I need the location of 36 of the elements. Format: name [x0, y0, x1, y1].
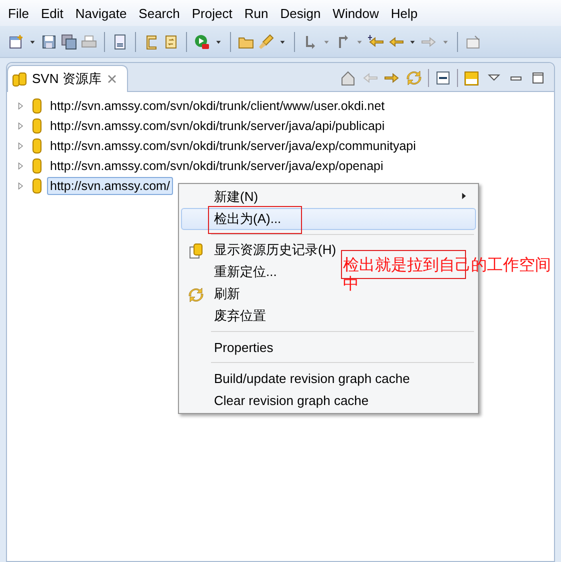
view-tab[interactable]: SVN 资源库	[7, 65, 128, 92]
repository-url[interactable]: http://svn.amssy.com/svn/okdi/trunk/server/java/api/publicapi	[47, 117, 388, 135]
menu-item[interactable]: 重新定位...	[214, 263, 277, 281]
menu-item[interactable]: Run	[238, 4, 274, 22]
repository-url[interactable]: http://svn.amssy.com/svn/okdi/trunk/server/java/exp/openapi	[47, 157, 386, 175]
menu-item[interactable]: Clear revision graph cache	[214, 392, 369, 408]
save-icon[interactable]	[41, 34, 57, 50]
home-icon[interactable]	[340, 70, 356, 86]
menu-item[interactable]: 新建(N)	[214, 188, 258, 206]
menu-item[interactable]: 废弃位置	[214, 307, 266, 325]
sync-icon[interactable]	[163, 34, 179, 50]
menu-item[interactable]: Search	[132, 4, 186, 22]
repository-url[interactable]: http://svn.amssy.com/	[47, 177, 173, 195]
refresh-icon[interactable]	[406, 70, 422, 86]
run-icon[interactable]	[194, 34, 210, 50]
repository-url[interactable]: http://svn.amssy.com/svn/okdi/trunk/server/java/exp/communityapi	[47, 137, 419, 155]
refresh-icon[interactable]	[188, 287, 204, 303]
menu-item[interactable]: Build/update revision graph cache	[214, 370, 410, 386]
forward-arrow-icon[interactable]	[384, 70, 400, 86]
menu-item[interactable]: Window	[326, 4, 385, 22]
save-all-icon[interactable]	[61, 34, 77, 50]
print-icon[interactable]	[81, 34, 97, 50]
menu-item[interactable]: Navigate	[69, 4, 133, 22]
maximize-icon[interactable]	[530, 70, 546, 86]
menu-item[interactable]: File	[2, 4, 35, 22]
repository-url[interactable]: http://svn.amssy.com/svn/okdi/trunk/client/www/user.okdi.net	[47, 97, 388, 115]
menu-item[interactable]: Design	[274, 4, 327, 22]
collapse-all-icon[interactable]	[435, 70, 451, 86]
menu-item[interactable]: Project	[186, 4, 238, 22]
menu-item[interactable]: 刷新	[214, 285, 240, 303]
menu-item[interactable]: Properties	[214, 340, 274, 354]
menu-item[interactable]: Edit	[34, 4, 70, 22]
menu-item[interactable]: 显示资源历史记录(H)	[214, 241, 336, 259]
repository-icon[interactable]	[12, 71, 28, 87]
new-file-icon[interactable]	[8, 34, 24, 50]
menu-item[interactable]: Help	[384, 4, 424, 22]
